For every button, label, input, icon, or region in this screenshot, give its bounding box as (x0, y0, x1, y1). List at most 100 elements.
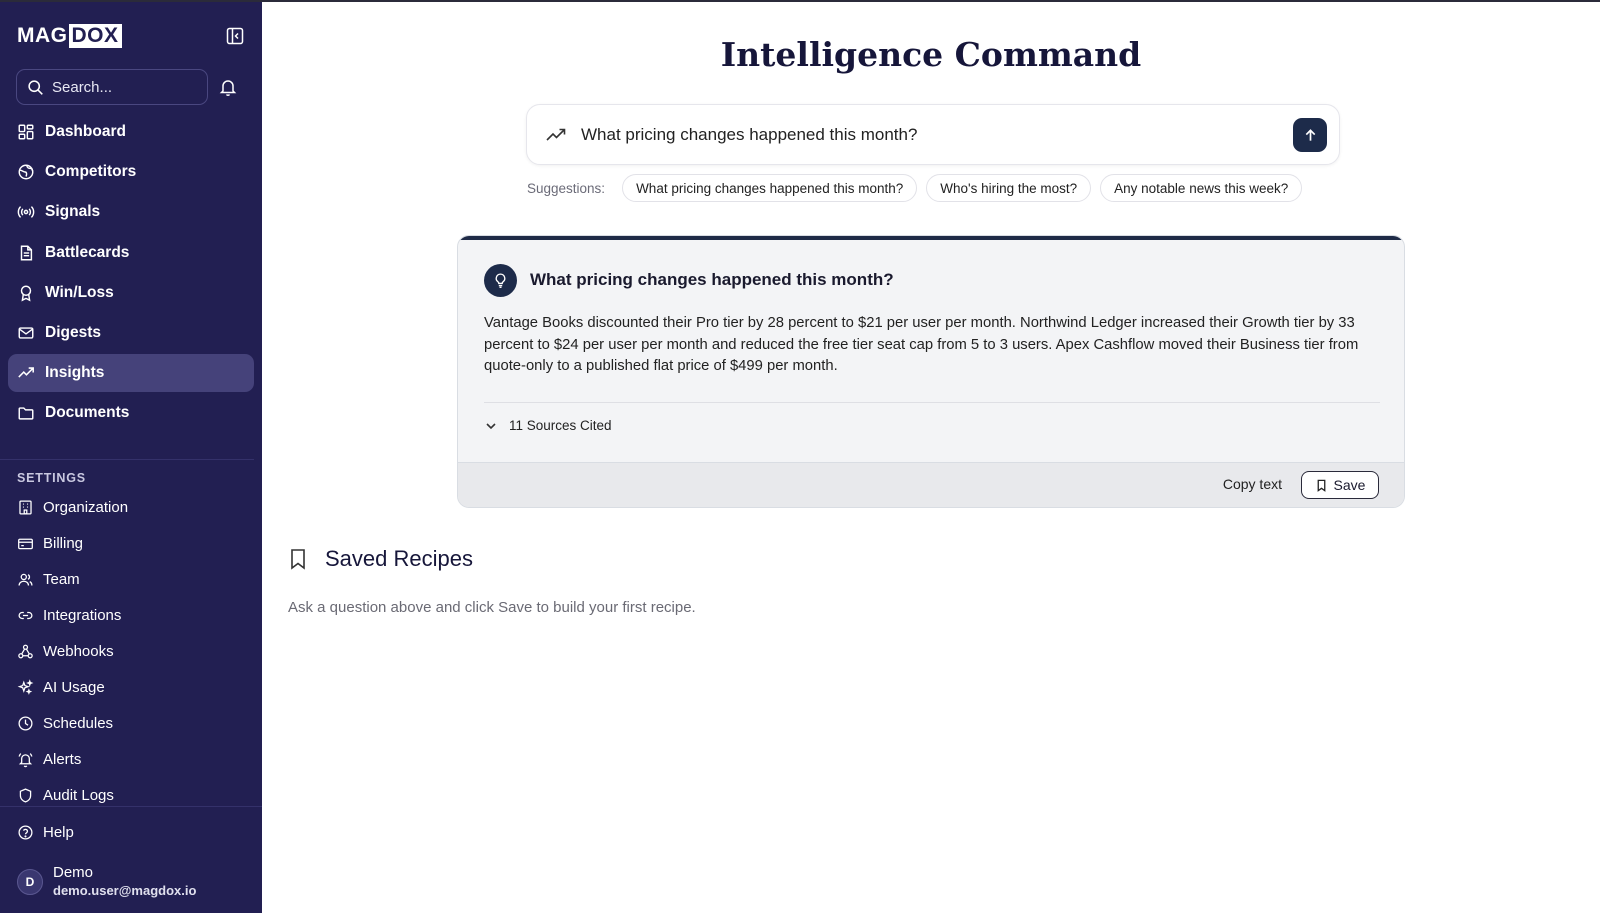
link-icon (18, 611, 33, 619)
brand-logo-part1: MAG (17, 24, 68, 47)
settings-item-label: Audit Logs (43, 786, 114, 804)
trending-up-icon (18, 367, 34, 378)
sources-label: 11 Sources Cited (509, 418, 612, 433)
document-icon (20, 245, 33, 261)
building-icon (19, 499, 32, 515)
page-title: Intelligence Command (720, 35, 1142, 74)
settings-item-label: Schedules (43, 714, 114, 732)
nav-item-digests[interactable]: Digests (8, 314, 254, 352)
broadcast-icon (17, 206, 35, 219)
save-button-label: Save (1333, 477, 1366, 493)
webhook-icon (18, 644, 33, 658)
nav-item-label: Battlecards (45, 243, 130, 261)
answer-card-footer: Copy text Save (458, 462, 1404, 507)
search-input[interactable] (52, 78, 192, 96)
credit-card-icon (18, 538, 33, 549)
settings-nav: Organization Billing Team Integrations W… (8, 489, 254, 813)
suggestion-chip[interactable]: What pricing changes happened this month… (622, 174, 918, 202)
notifications-button[interactable] (218, 77, 238, 97)
sidebar-collapse-button[interactable] (225, 26, 245, 46)
saved-recipes-title: Saved Recipes (325, 546, 473, 571)
nav-item-win-loss[interactable]: Win/Loss (8, 274, 254, 312)
mail-icon (18, 327, 34, 339)
lightbulb-icon (484, 264, 517, 297)
answer-card: What pricing changes happened this month… (457, 235, 1405, 508)
suggestion-chip[interactable]: Who's hiring the most? (926, 174, 1092, 202)
sidebar-toggle-icon (226, 27, 244, 45)
settings-item-organization[interactable]: Organization (8, 489, 254, 525)
brand-logo[interactable]: MAG DOX (17, 24, 122, 48)
settings-item-schedules[interactable]: Schedules (8, 705, 254, 741)
suggestion-chip[interactable]: Any notable news this week? (1100, 174, 1303, 202)
help-circle-icon (18, 825, 33, 840)
nav-item-label: Digests (45, 323, 101, 341)
saved-recipes-empty-state: Ask a question above and click Save to b… (288, 599, 696, 616)
sidebar-divider (0, 459, 254, 460)
nav-item-documents[interactable]: Documents (8, 394, 254, 432)
nav-item-label: Competitors (45, 163, 137, 181)
sidebar-header: MAG DOX (17, 24, 245, 50)
copy-text-button[interactable]: Copy text (1223, 476, 1282, 492)
settings-item-label: Integrations (43, 606, 122, 624)
folder-icon (18, 407, 34, 420)
trending-up-icon (546, 128, 566, 141)
submit-query-button[interactable] (1293, 118, 1327, 152)
answer-card-accent (458, 236, 1404, 240)
bookmark-icon (1317, 479, 1325, 492)
avatar: D (17, 868, 43, 895)
nav-item-signals[interactable]: Signals (8, 193, 254, 231)
globe-icon (18, 164, 34, 180)
settings-item-label: Team (43, 570, 80, 588)
nav-item-insights[interactable]: Insights (8, 354, 254, 393)
sidebar-footer-divider (0, 806, 262, 807)
settings-item-ai-usage[interactable]: AI Usage (8, 669, 254, 705)
nav-item-label: Insights (45, 364, 105, 382)
settings-item-label: Alerts (43, 750, 82, 768)
settings-item-label: Webhooks (43, 642, 114, 660)
nav-item-label: Dashboard (45, 123, 126, 140)
sidebar-search[interactable] (16, 69, 208, 105)
settings-item-webhooks[interactable]: Webhooks (8, 633, 254, 669)
query-input[interactable] (581, 124, 1261, 145)
search-icon (28, 79, 43, 95)
user-email: demo.user@magdox.io (53, 883, 197, 898)
nav-item-battlecards[interactable]: Battlecards (8, 234, 254, 272)
suggestions-label: Suggestions: (527, 180, 606, 196)
bookmark-icon (291, 549, 305, 570)
settings-item-label: Billing (43, 534, 84, 552)
sidebar: MAGDOX Dashboard Competitors Signals Bat (0, 0, 262, 913)
settings-item-billing[interactable]: Billing (8, 525, 254, 561)
arrow-up-icon (1305, 128, 1315, 141)
shield-icon (19, 787, 32, 803)
answer-divider (484, 402, 1380, 403)
sources-toggle[interactable]: 11 Sources Cited (484, 418, 612, 433)
users-icon (18, 573, 33, 586)
saved-recipes-heading: Saved Recipes (288, 546, 473, 572)
settings-item-label: Organization (43, 498, 129, 516)
settings-item-team[interactable]: Team (8, 561, 254, 597)
nav-item-label: Signals (45, 203, 101, 221)
answer-text: Vantage Books discounted their Pro tier … (484, 315, 1359, 374)
nav-item-competitors[interactable]: Competitors (8, 153, 254, 191)
settings-section-label: SETTINGS (17, 471, 86, 485)
query-box[interactable] (526, 104, 1340, 165)
nav-item-label: Documents (45, 404, 130, 422)
window-top-border (0, 0, 1600, 2)
sparkles-icon (17, 678, 34, 695)
user-profile[interactable]: D Demo demo.user@magdox.io (17, 864, 196, 899)
main-content: Intelligence Command Suggestions: What p… (262, 0, 1600, 913)
user-name: Demo (53, 864, 94, 881)
nav-item-dashboard[interactable]: Dashboard (8, 113, 254, 151)
bell-icon (219, 80, 237, 97)
bell-ring-icon (18, 752, 33, 767)
help-link[interactable]: Help (17, 824, 74, 841)
primary-nav: Dashboard Competitors Signals Battlecard… (8, 113, 254, 435)
user-info: Demo demo.user@magdox.io (53, 864, 196, 899)
settings-item-integrations[interactable]: Integrations (8, 597, 254, 633)
answer-question: What pricing changes happened this month… (530, 270, 894, 289)
settings-item-alerts[interactable]: Alerts (8, 741, 254, 777)
clock-icon (18, 715, 33, 731)
save-button[interactable]: Save (1301, 471, 1379, 499)
settings-item-audit-logs[interactable]: Audit Logs (8, 777, 254, 813)
grid-icon (18, 124, 34, 140)
